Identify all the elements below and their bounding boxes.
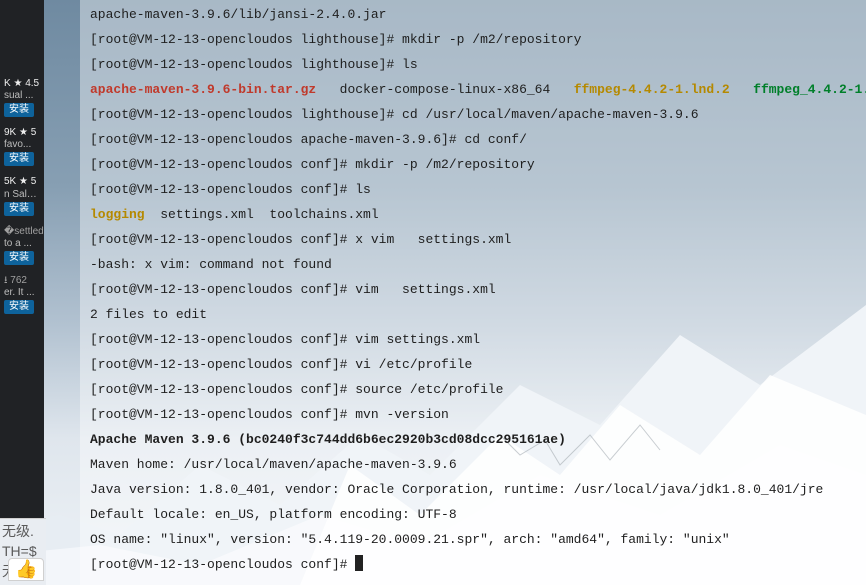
terminal-text: [root@VM-12-13-opencloudos conf]# mvn -v… [90, 407, 449, 422]
terminal-line: [root@VM-12-13-opencloudos lighthouse]# … [90, 52, 856, 77]
sidebar-item[interactable]: �settledTransfer 4K to a ... 安装 [0, 222, 44, 271]
terminal-text: [root@VM-12-13-opencloudos lighthouse]# … [90, 32, 581, 47]
desktop: K ★ 4.5 sual ... 安装 9K ★ 5 favo... 安装 5K… [0, 0, 866, 585]
install-button[interactable]: 安装 [4, 103, 34, 117]
sidebar-item[interactable]: ⭳ 762 er. It ... 安装 [0, 271, 44, 320]
terminal-line: Default locale: en_US, platform encoding… [90, 502, 856, 527]
terminal-line: [root@VM-12-13-opencloudos conf]# vim se… [90, 277, 856, 302]
sidebar-item-rating: 5K ★ 5 [4, 176, 36, 187]
terminal-text: [root@VM-12-13-opencloudos conf]# ls [90, 182, 371, 197]
terminal-text: -bash: x vim: command not found [90, 257, 332, 272]
sidebar-item-name: er. It ... [4, 287, 40, 299]
sidebar-item-name: to a ... [4, 238, 40, 250]
terminal-line: OS name: "linux", version: "5.4.119-20.0… [90, 527, 856, 552]
sidebar-item-name: sual ... [4, 90, 40, 102]
terminal-cursor [355, 555, 363, 571]
terminal-line: [root@VM-12-13-opencloudos conf]# mkdir … [90, 152, 856, 177]
terminal-text: OS name: "linux", version: "5.4.119-20.0… [90, 532, 730, 547]
terminal-line: [root@VM-12-13-opencloudos lighthouse]# … [90, 27, 856, 52]
install-button[interactable]: 安装 [4, 300, 34, 314]
sidebar-item-name: n Sale... [4, 189, 40, 201]
terminal-text: Maven home: /usr/local/maven/apache-mave… [90, 457, 457, 472]
terminal-text: ffmpeg_4.4.2-1.lnd.2.zip [753, 82, 866, 97]
terminal-text: ffmpeg-4.4.2-1.lnd.2 [574, 82, 730, 97]
sidebar-item-name: favo... [4, 139, 40, 151]
terminal-line: apache-maven-3.9.6/lib/jansi-2.4.0.jar [90, 2, 856, 27]
terminal-line: apache-maven-3.9.6-bin.tar.gz docker-com… [90, 77, 856, 102]
extensions-sidebar[interactable]: K ★ 4.5 sual ... 安装 9K ★ 5 favo... 安装 5K… [0, 0, 44, 585]
sidebar-item-rating: �settledTransfer 4K [4, 226, 44, 238]
sidebar-item[interactable]: 5K ★ 5 n Sale... 安装 [0, 172, 44, 221]
terminal[interactable]: apache-maven-3.9.6/lib/jansi-2.4.0.jar [r… [80, 0, 866, 585]
terminal-line: Java version: 1.8.0_401, vendor: Oracle … [90, 477, 856, 502]
terminal-text: [root@VM-12-13-opencloudos conf]# vi /et… [90, 357, 472, 372]
bottom-text-1: 无级. [2, 521, 46, 541]
terminal-line: [root@VM-12-13-opencloudos conf]# source… [90, 377, 856, 402]
terminal-line: 2 files to edit [90, 302, 856, 327]
install-button[interactable]: 安装 [4, 202, 34, 216]
sidebar-item[interactable]: 9K ★ 5 favo... 安装 [0, 123, 44, 172]
terminal-line: [root@VM-12-13-opencloudos apache-maven-… [90, 127, 856, 152]
terminal-text [730, 82, 753, 97]
install-button[interactable]: 安装 [4, 152, 34, 166]
terminal-text: [root@VM-12-13-opencloudos conf]# mkdir … [90, 157, 535, 172]
terminal-text: 2 files to edit [90, 307, 207, 322]
sidebar-item-rating: 9K ★ 5 [4, 127, 36, 138]
terminal-text: [root@VM-12-13-opencloudos conf]# x vim … [90, 232, 511, 247]
terminal-text: [root@VM-12-13-opencloudos lighthouse]# … [90, 107, 699, 122]
terminal-text: [root@VM-12-13-opencloudos conf]# source… [90, 382, 503, 397]
terminal-text: apache-maven-3.9.6-bin.tar.gz [90, 82, 316, 97]
terminal-line: Apache Maven 3.9.6 (bc0240f3c744dd6b6ec2… [90, 427, 856, 452]
terminal-text: settings.xml toolchains.xml [145, 207, 379, 222]
terminal-text: [root@VM-12-13-opencloudos conf]# vim se… [90, 282, 496, 297]
thumbs-up-icon[interactable]: 👍 [8, 558, 44, 581]
terminal-line: [root@VM-12-13-opencloudos conf]# mvn -v… [90, 402, 856, 427]
install-button[interactable]: 安装 [4, 251, 34, 265]
terminal-text: [root@VM-12-13-opencloudos apache-maven-… [90, 132, 527, 147]
terminal-line: logging settings.xml toolchains.xml [90, 202, 856, 227]
terminal-text: logging [90, 207, 145, 222]
terminal-line: [root@VM-12-13-opencloudos lighthouse]# … [90, 102, 856, 127]
terminal-text: apache-maven-3.9.6/lib/jansi-2.4.0.jar [90, 7, 386, 22]
sidebar-item-rating: ⭳ 762 [4, 275, 27, 287]
terminal-text: Apache Maven 3.9.6 (bc0240f3c744dd6b6ec2… [90, 432, 566, 447]
terminal-line: [root@VM-12-13-opencloudos conf]# vi /et… [90, 352, 856, 377]
terminal-line: Maven home: /usr/local/maven/apache-mave… [90, 452, 856, 477]
terminal-text: Java version: 1.8.0_401, vendor: Oracle … [90, 482, 823, 497]
terminal-line: [root@VM-12-13-opencloudos conf]# x vim … [90, 227, 856, 252]
terminal-text: [root@VM-12-13-opencloudos conf]# [90, 557, 355, 572]
terminal-line: [root@VM-12-13-opencloudos conf]# [90, 552, 856, 577]
terminal-line: [root@VM-12-13-opencloudos conf]# vim se… [90, 327, 856, 352]
terminal-text: Default locale: en_US, platform encoding… [90, 507, 457, 522]
terminal-line: [root@VM-12-13-opencloudos conf]# ls [90, 177, 856, 202]
sidebar-item[interactable]: K ★ 4.5 sual ... 安装 [0, 74, 44, 123]
terminal-text: [root@VM-12-13-opencloudos lighthouse]# … [90, 57, 418, 72]
sidebar-item-rating: K ★ 4.5 [4, 78, 39, 89]
terminal-text: docker-compose-linux-x86_64 [316, 82, 573, 97]
terminal-line: -bash: x vim: command not found [90, 252, 856, 277]
terminal-text: [root@VM-12-13-opencloudos conf]# vim se… [90, 332, 480, 347]
